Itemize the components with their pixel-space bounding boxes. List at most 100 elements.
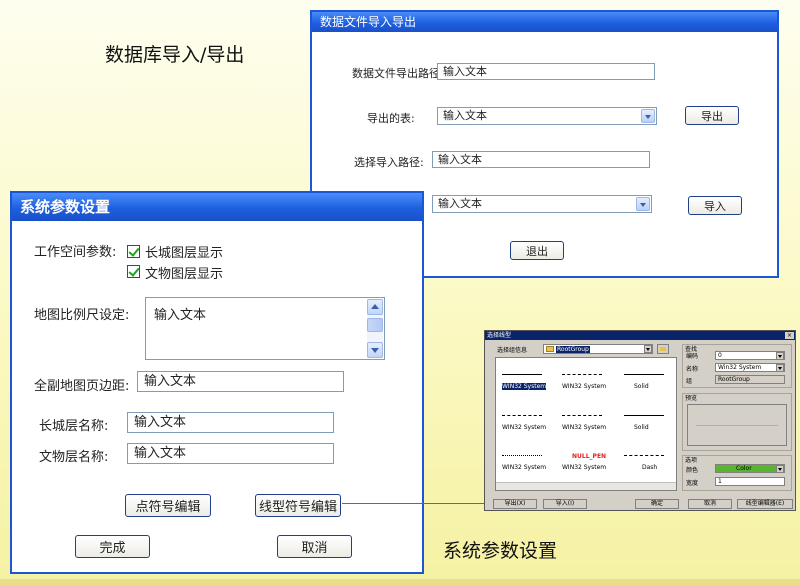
scale-scrollbar[interactable] [367, 299, 383, 358]
export-button[interactable]: 导出 [685, 106, 739, 125]
city-layer-label: 长城层名称: [39, 419, 109, 434]
style-sample-line [562, 374, 602, 375]
style-sample-line [624, 374, 664, 375]
style-sample-line [562, 415, 602, 416]
import-table-select[interactable]: 输入文本 [432, 195, 652, 213]
style-sample-line [624, 415, 664, 416]
options-group: 选项 颜色 Color 宽度 1 [682, 455, 792, 491]
scale-label: 地图比例尺设定: [34, 308, 130, 323]
style-cell-label: Dash [642, 464, 658, 471]
preview-group: 预览 [682, 393, 792, 451]
style-sample-line [502, 415, 542, 416]
chevron-down-icon[interactable] [641, 109, 655, 123]
style-grid[interactable]: WIN32 System WIN32 System Solid WIN32 Sy… [495, 357, 677, 491]
relic-layer-label: 文物层名称: [39, 450, 109, 465]
style-sample-line [502, 455, 542, 456]
checkbox-city-layer[interactable] [127, 245, 140, 258]
scroll-thumb[interactable] [367, 318, 383, 332]
preview-line [696, 425, 778, 426]
import-path-label: 选择导入路径: [354, 156, 424, 169]
style-cancel-button[interactable]: 取消 [688, 499, 732, 509]
null-pen-label: NULL_PEN [572, 453, 607, 460]
chevron-down-icon[interactable] [644, 345, 652, 353]
code-label: 编码 [686, 353, 699, 360]
group-field-value: RootGroup [718, 376, 750, 383]
code-select[interactable]: 0 [715, 351, 785, 360]
folder-icon [546, 346, 554, 352]
folder-up-icon[interactable] [657, 344, 669, 354]
style-export-button[interactable]: 导出(X) [493, 499, 537, 509]
style-sample-line [502, 374, 542, 375]
import-path-input[interactable]: 输入文本 [432, 151, 650, 168]
chevron-down-icon[interactable] [776, 352, 784, 360]
style-cell-label: WIN32 System [502, 383, 547, 390]
name-label: 名称 [686, 366, 699, 373]
style-cell-label: WIN32 System [502, 464, 547, 471]
width-label: 宽度 [686, 480, 699, 487]
ok-button[interactable]: 完成 [75, 535, 150, 558]
workspace-label: 工作空间参数: [34, 245, 117, 260]
style-picker-window: 选择线型 × 选择组信息 RootGroup WIN32 System WIN3… [484, 330, 796, 511]
chevron-down-icon[interactable] [776, 465, 784, 473]
checkbox-relic-layer[interactable] [127, 265, 140, 278]
style-cell-label: WIN32 System [502, 424, 547, 431]
import-export-titlebar[interactable]: 数据文件导入导出 [312, 12, 777, 32]
export-table-select[interactable]: 输入文本 [437, 107, 657, 125]
scale-value: 输入文本 [154, 308, 207, 323]
close-icon[interactable]: × [785, 332, 794, 339]
import-table-value: 输入文本 [438, 197, 482, 210]
point-symbol-button[interactable]: 点符号编辑 [125, 494, 211, 517]
group-select-value: RootGroup [556, 346, 590, 353]
system-params-window: 系统参数设置 工作空间参数: 长城图层显示 文物图层显示 地图比例尺设定: 输入… [10, 191, 424, 574]
export-table-value: 输入文本 [443, 109, 487, 122]
preview-box [687, 404, 787, 446]
preview-label: 预览 [685, 395, 698, 402]
line-editor-button[interactable]: 线型编辑器(E) [737, 499, 793, 509]
group-field-label: 组 [686, 378, 693, 385]
name-value: Win32 System [718, 364, 762, 371]
group-select[interactable]: RootGroup [543, 344, 653, 354]
city-layer-input[interactable]: 输入文本 [127, 412, 334, 433]
import-button[interactable]: 导入 [688, 196, 742, 215]
hscrollbar[interactable] [496, 482, 676, 490]
style-import-button[interactable]: 导入(I) [543, 499, 587, 509]
connector-line [342, 503, 484, 504]
scroll-down-icon[interactable] [367, 342, 383, 358]
slide-title-import-export: 数据库导入/导出 [105, 44, 245, 66]
style-sample-line [624, 455, 664, 456]
color-select[interactable]: Color [715, 464, 785, 473]
export-table-label: 导出的表: [367, 112, 415, 125]
width-stepper[interactable]: 1 [715, 477, 785, 486]
export-path-label: 数据文件导出路径: [352, 67, 444, 80]
style-picker-titlebar[interactable]: 选择线型 [485, 331, 795, 340]
group-field: RootGroup [715, 375, 785, 384]
line-symbol-button[interactable]: 线型符号编辑 [255, 494, 341, 517]
bottom-strip [0, 579, 800, 585]
cancel-button[interactable]: 取消 [277, 535, 352, 558]
export-path-input[interactable]: 输入文本 [437, 63, 655, 80]
checkbox-city-layer-label: 长城图层显示 [145, 246, 224, 261]
width-value: 1 [718, 478, 722, 485]
options-label: 选项 [685, 457, 698, 464]
exit-button[interactable]: 退出 [510, 241, 564, 260]
system-params-titlebar[interactable]: 系统参数设置 [12, 193, 422, 221]
style-cell-label: WIN32 System [562, 464, 607, 471]
scale-textarea[interactable]: 输入文本 [145, 297, 385, 360]
style-cell-label: WIN32 System [562, 383, 607, 390]
color-value: Color [736, 465, 752, 472]
style-ok-button[interactable]: 确定 [635, 499, 679, 509]
style-cell-label: Solid [634, 383, 649, 390]
chevron-down-icon[interactable] [776, 364, 784, 372]
checkbox-relic-layer-label: 文物图层显示 [145, 267, 224, 282]
color-label: 颜色 [686, 467, 699, 474]
group-select-label: 选择组信息 [497, 347, 528, 354]
margin-input[interactable]: 输入文本 [137, 371, 344, 392]
chevron-down-icon[interactable] [636, 197, 650, 211]
scroll-up-icon[interactable] [367, 299, 383, 315]
style-cell-label: WIN32 System [562, 424, 607, 431]
slide-title-system-params: 系统参数设置 [443, 540, 558, 562]
name-select[interactable]: Win32 System [715, 363, 785, 372]
style-cell-label: Solid [634, 424, 649, 431]
code-value: 0 [718, 352, 722, 359]
relic-layer-input[interactable]: 输入文本 [127, 443, 334, 464]
